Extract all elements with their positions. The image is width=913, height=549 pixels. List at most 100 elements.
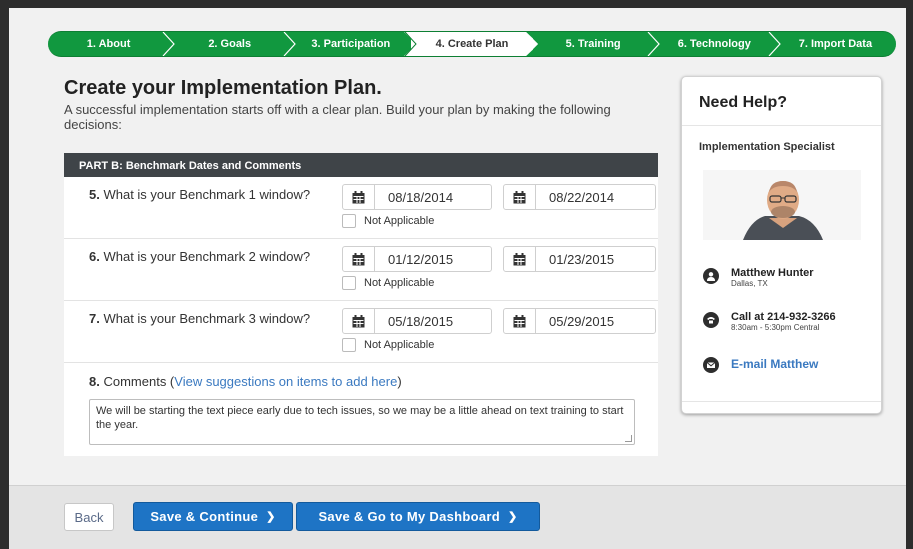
date-value: 05/29/2015 [549, 314, 615, 329]
end-date-field[interactable]: 01/23/2015 [503, 246, 656, 272]
start-date-field[interactable]: 08/18/2014 [342, 184, 492, 210]
step-label: 1. About [86, 38, 131, 50]
question-row-benchmark-1: 5. What is your Benchmark 1 window? 08/1… [64, 177, 658, 239]
step-label: 6. Technology [677, 38, 751, 50]
benchmark-panel: PART B: Benchmark Dates and Comments 5. … [64, 153, 658, 456]
resize-grip-icon[interactable] [625, 435, 632, 442]
user-icon [703, 268, 719, 284]
step-separator [525, 32, 540, 56]
not-applicable-checkbox[interactable] [342, 338, 356, 352]
question-row-benchmark-2: 6. What is your Benchmark 2 window? 01/1… [64, 239, 658, 301]
comments-text: Comments ( [103, 374, 175, 389]
footer-bar: Back Save & Continue ❯ Save & Go to My Da… [9, 485, 906, 549]
back-button[interactable]: Back [64, 503, 114, 531]
step-separator [162, 32, 175, 56]
specialist-name: Matthew Hunter [731, 267, 814, 279]
contact-email[interactable]: E-mail Matthew [703, 356, 818, 373]
need-help-card: Need Help? Implementation Specialist Mat… [681, 76, 882, 414]
contact-name: Matthew Hunter Dallas, TX [703, 267, 814, 289]
chevron-right-icon: ❯ [266, 511, 276, 523]
question-label: 7. What is your Benchmark 3 window? [89, 311, 310, 326]
question-number: 6. [89, 249, 100, 264]
date-value: 08/18/2014 [388, 190, 454, 205]
help-subtitle: Implementation Specialist [699, 141, 835, 153]
step-progress-bar: 1. About 2. Goals 3. Participation 4. Cr… [48, 31, 896, 57]
start-date-field[interactable]: 05/18/2015 [342, 308, 492, 334]
page-subtitle: A successful implementation starts off w… [64, 102, 611, 132]
button-label: Save & Continue [150, 509, 259, 524]
step-about[interactable]: 1. About [48, 31, 175, 57]
window-left-border [0, 0, 9, 549]
question-number: 5. [89, 187, 100, 202]
date-value: 08/22/2014 [549, 190, 615, 205]
save-continue-button[interactable]: Save & Continue ❯ [133, 502, 293, 531]
panel-header: PART B: Benchmark Dates and Comments [64, 153, 658, 177]
not-applicable-option[interactable]: Not Applicable [342, 338, 434, 352]
step-separator [768, 32, 781, 56]
checkbox-label: Not Applicable [364, 277, 435, 289]
office-hours: 8:30am - 5:30pm Central [731, 323, 820, 332]
contact-phone: Call at 214-932-3266 8:30am - 5:30pm Cen… [703, 311, 836, 333]
question-label: 6. What is your Benchmark 2 window? [89, 249, 310, 264]
not-applicable-option[interactable]: Not Applicable [342, 276, 434, 290]
specialist-photo [703, 170, 861, 240]
date-value: 05/18/2015 [388, 314, 454, 329]
step-label: 4. Create Plan [435, 38, 509, 50]
step-technology[interactable]: 6. Technology [653, 31, 781, 57]
page-title: Create your Implementation Plan. [64, 77, 382, 99]
chevron-right-icon: ❯ [508, 511, 518, 523]
end-date-field[interactable]: 05/29/2015 [503, 308, 656, 334]
question-number: 8. [89, 374, 100, 389]
checkbox-label: Not Applicable [364, 215, 435, 227]
button-label: Save & Go to My Dashboard [318, 509, 501, 524]
date-value: 01/23/2015 [549, 252, 615, 267]
not-applicable-option[interactable]: Not Applicable [342, 214, 434, 228]
email-icon [703, 357, 719, 373]
comments-value: We will be starting the text piece early… [96, 405, 624, 431]
question-text: What is your Benchmark 2 window? [103, 249, 311, 264]
step-import-data[interactable]: 7. Import Data [774, 31, 896, 57]
not-applicable-checkbox[interactable] [342, 276, 356, 290]
comments-textarea[interactable]: We will be starting the text piece early… [89, 399, 635, 445]
step-training[interactable]: 5. Training [532, 31, 660, 57]
date-value: 01/12/2015 [388, 252, 454, 267]
checkbox-label: Not Applicable [364, 339, 435, 351]
step-separator [647, 32, 660, 56]
step-create-plan[interactable]: 4. Create Plan [411, 31, 540, 57]
view-suggestions-link[interactable]: View suggestions on items to add here [174, 374, 397, 389]
phone-number: Call at 214-932-3266 [731, 311, 836, 323]
step-separator [404, 32, 419, 56]
comments-label: 8. Comments (View suggestions on items t… [89, 374, 402, 389]
page-heading: Create your Implementation Plan. A succe… [64, 76, 658, 132]
specialist-location: Dallas, TX [731, 279, 768, 288]
step-label: 3. Participation [311, 38, 391, 50]
start-date-field[interactable]: 01/12/2015 [342, 246, 492, 272]
calendar-icon[interactable] [504, 247, 536, 271]
step-participation[interactable]: 3. Participation [290, 31, 419, 57]
calendar-icon[interactable] [504, 185, 536, 209]
end-date-field[interactable]: 08/22/2014 [503, 184, 656, 210]
not-applicable-checkbox[interactable] [342, 214, 356, 228]
question-row-benchmark-3: 7. What is your Benchmark 3 window? 05/1… [64, 301, 658, 363]
window-right-border [906, 0, 913, 549]
calendar-icon[interactable] [343, 185, 375, 209]
phone-icon [703, 312, 719, 328]
divider [682, 401, 881, 402]
comments-close-paren: ) [397, 374, 402, 389]
question-text: What is your Benchmark 3 window? [103, 311, 311, 326]
step-label: 5. Training [565, 38, 621, 50]
step-label: 7. Import Data [798, 38, 873, 50]
help-title: Need Help? [699, 94, 788, 111]
calendar-icon[interactable] [504, 309, 536, 333]
email-link[interactable]: E-mail Matthew [731, 357, 818, 371]
step-goals[interactable]: 2. Goals [169, 31, 297, 57]
step-separator [283, 32, 297, 56]
question-number: 7. [89, 311, 100, 326]
save-go-dashboard-button[interactable]: Save & Go to My Dashboard ❯ [296, 502, 540, 531]
calendar-icon[interactable] [343, 247, 375, 271]
divider [682, 125, 881, 126]
calendar-icon[interactable] [343, 309, 375, 333]
step-label: 2. Goals [208, 38, 252, 50]
question-label: 5. What is your Benchmark 1 window? [89, 187, 310, 202]
question-text: What is your Benchmark 1 window? [103, 187, 311, 202]
